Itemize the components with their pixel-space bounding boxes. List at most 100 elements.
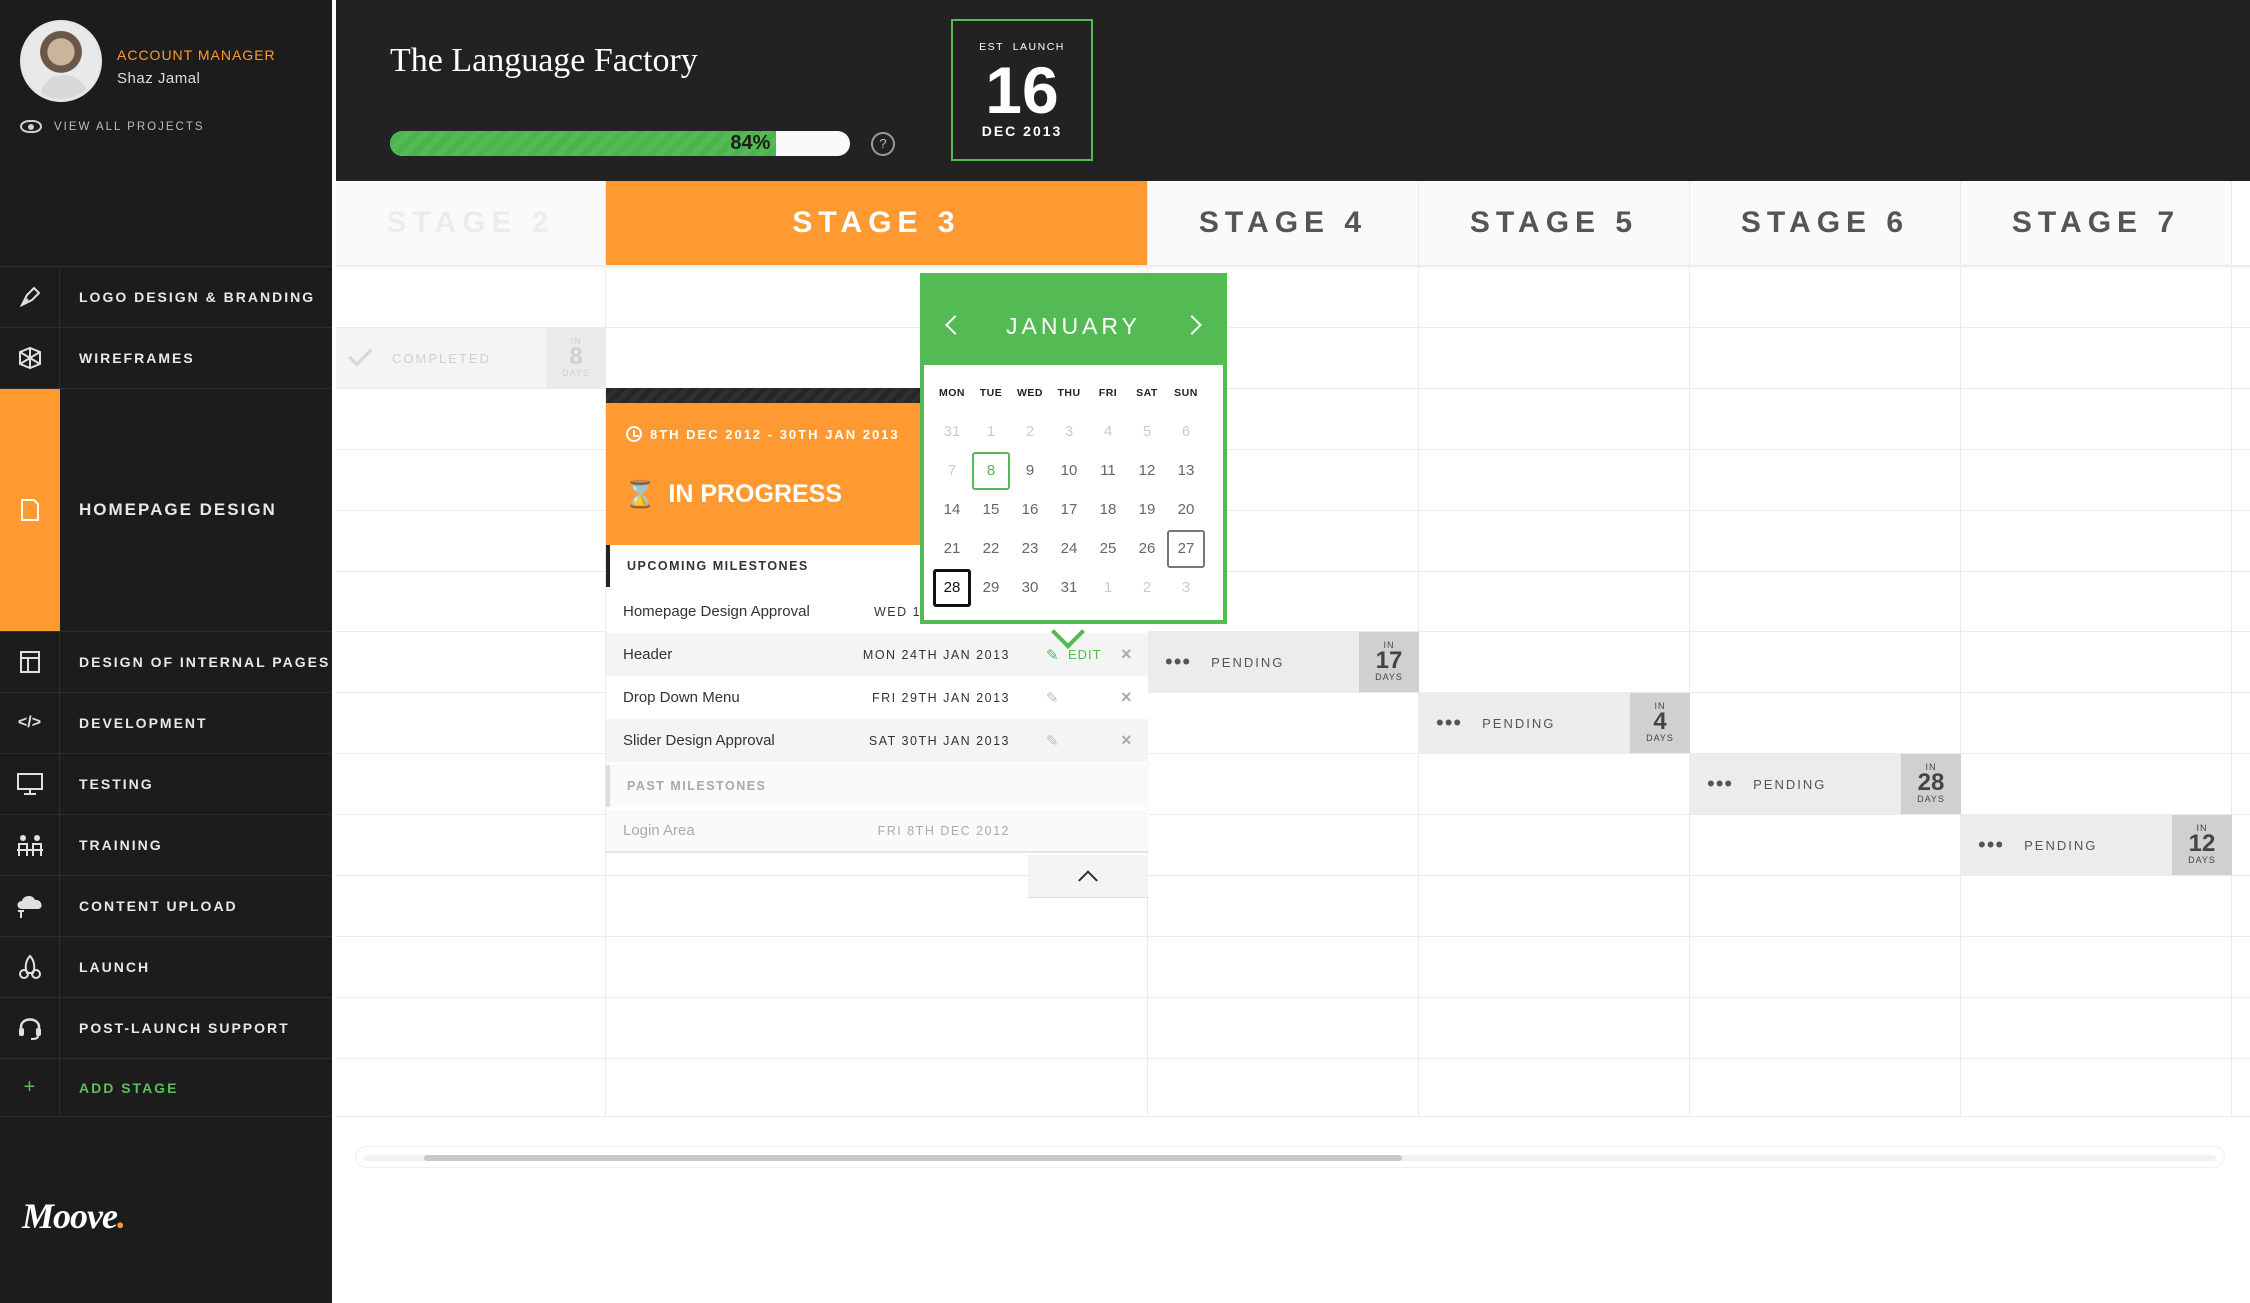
calendar-day: 2 (1025, 423, 1035, 440)
calendar-day[interactable]: 8 (971, 452, 1011, 490)
calendar-day[interactable]: 24 (1049, 531, 1089, 567)
sidebar-item-label: HOMEPAGE DESIGN (79, 500, 277, 519)
monitor-icon (0, 754, 60, 814)
delete-icon[interactable]: × (1121, 687, 1132, 708)
calendar-day[interactable]: 26 (1127, 531, 1167, 567)
grid-row (336, 997, 2250, 998)
grid-column (1690, 265, 1961, 1116)
milestone-date: FRI 29TH JAN 2013 (871, 690, 1010, 705)
scrollbar-thumb[interactable] (424, 1155, 1402, 1161)
milestone-name: Homepage Design Approval (623, 603, 810, 620)
calendar-weekday: SUN (1174, 387, 1198, 399)
calendar-day[interactable]: 13 (1166, 453, 1206, 489)
calendar-weekday: TUE (979, 387, 1003, 399)
calendar-month: JANUARY (1006, 313, 1141, 339)
calendar-day[interactable]: 9 (1010, 453, 1050, 489)
add-stage-label: ADD STAGE (79, 1079, 179, 1096)
calendar-day[interactable]: 15 (971, 492, 1011, 528)
est-launch-card: EST LAUNCH 16 DEC 2013 (951, 19, 1093, 161)
chevron-up-icon (1078, 870, 1098, 891)
horizontal-scrollbar[interactable] (355, 1146, 2225, 1168)
edit-button[interactable]: EDIT (1068, 647, 1102, 662)
calendar-day[interactable]: 30 (1010, 570, 1050, 606)
add-stage-button[interactable]: + ADD STAGE (0, 1058, 332, 1117)
calendar-day[interactable]: 27 (1166, 530, 1206, 568)
sidebar-item-development[interactable]: </> DEVELOPMENT (0, 692, 332, 753)
sidebar-item-logo-design[interactable]: LOGO DESIGN & BRANDING (0, 266, 332, 327)
sidebar-item-internal-pages[interactable]: DESIGN OF INTERNAL PAGES (0, 631, 332, 692)
tab-stage-6[interactable]: STAGE 6 (1690, 181, 1961, 265)
status-pending[interactable]: ••• PENDING IN 4 DAYS (1419, 693, 1690, 753)
sidebar-item-label: TRAINING (79, 837, 163, 853)
scrollbar-track (364, 1155, 2216, 1161)
tab-stage-5[interactable]: STAGE 5 (1419, 181, 1690, 265)
past-milestones-heading: PAST MILESTONES (606, 765, 1148, 807)
calendar-day[interactable]: 21 (932, 531, 972, 567)
calendar-day[interactable]: 19 (1127, 492, 1167, 528)
calendar-day: 7 (947, 462, 957, 479)
pencil-icon[interactable]: ✎ (1046, 689, 1059, 707)
date-range: 8TH DEC 2012 - 30TH JAN 2013 (626, 426, 900, 442)
sidebar-item-post-launch-support[interactable]: POST-LAUNCH SUPPORT (0, 997, 332, 1058)
sidebar-item-testing[interactable]: TESTING (0, 753, 332, 814)
delete-icon[interactable]: × (1121, 644, 1132, 665)
calendar-day[interactable]: 22 (971, 531, 1011, 567)
calendar-day[interactable]: 10 (1049, 453, 1089, 489)
avatar (20, 20, 102, 102)
date-picker: JANUARY MON TUE WED THU FRI SAT SUN 31 1 2 3 4 5 6 7 8 9… (920, 273, 1227, 624)
calendar-day[interactable]: 14 (932, 492, 972, 528)
calendar-weekday: WED (1017, 387, 1043, 399)
cloud-upload-icon (0, 876, 60, 936)
sidebar-item-wireframes[interactable]: WIREFRAMES (0, 327, 332, 388)
rocket-icon (0, 937, 60, 997)
delete-icon[interactable]: × (1121, 730, 1132, 751)
calendar-day[interactable]: 25 (1088, 531, 1128, 567)
more-dots-icon: ••• (1707, 771, 1734, 796)
status-pending[interactable]: ••• PENDING IN 28 DAYS (1690, 754, 1961, 814)
milestone-row[interactable]: Slider Design Approval SAT 30TH JAN 2013… (606, 719, 1148, 762)
status-pending[interactable]: ••• PENDING IN 17 DAYS (1148, 632, 1419, 692)
pencil-icon[interactable]: ✎ (1046, 732, 1059, 750)
check-icon (348, 342, 373, 367)
wireframe-cube-icon (0, 328, 60, 388)
calendar-day: 6 (1181, 423, 1191, 440)
sidebar-item-launch[interactable]: LAUNCH (0, 936, 332, 997)
calendar-day[interactable]: 29 (971, 570, 1011, 606)
tab-stage-2[interactable]: STAGE 2 (336, 181, 606, 265)
calendar-day[interactable]: 23 (1010, 531, 1050, 567)
calendar-day[interactable]: 31 (1049, 570, 1089, 606)
help-button[interactable]: ? (871, 132, 895, 156)
status-completed[interactable]: COMPLETED IN 8 DAYS (336, 328, 606, 388)
tab-stage-3[interactable]: STAGE 3 (606, 181, 1148, 265)
calendar-day[interactable]: 18 (1088, 492, 1128, 528)
calendar-day[interactable]: 20 (1166, 492, 1206, 528)
sidebar-item-label: DESIGN OF INTERNAL PAGES (79, 654, 331, 670)
more-dots-icon: ••• (1978, 832, 2005, 857)
account-role: ACCOUNT MANAGER (117, 47, 276, 63)
calendar-day[interactable]: 17 (1049, 492, 1089, 528)
days-badge: IN 28 DAYS (1901, 754, 1961, 814)
status-label: PENDING (2024, 837, 2098, 853)
grid-row (336, 875, 2250, 876)
more-dots-icon: ••• (1165, 649, 1192, 674)
tab-stage-4[interactable]: STAGE 4 (1148, 181, 1419, 265)
past-milestone-row[interactable]: Login Area FRI 8TH DEC 2012 (606, 810, 1148, 853)
sidebar-item-homepage-design[interactable]: HOMEPAGE DESIGN (0, 388, 332, 631)
pencil-icon[interactable]: ✎ (1046, 646, 1059, 664)
view-all-projects-link[interactable]: VIEW ALL PROJECTS (20, 120, 205, 133)
calendar-day[interactable]: 11 (1088, 453, 1128, 489)
calendar-day[interactable]: 16 (1010, 492, 1050, 528)
sidebar-item-label: WIREFRAMES (79, 350, 195, 366)
status-pending[interactable]: ••• PENDING IN 12 DAYS (1961, 815, 2232, 875)
tab-stage-7[interactable]: STAGE 7 (1961, 181, 2232, 265)
calendar-day[interactable]: 28 (932, 569, 972, 607)
collapse-panel-button[interactable] (1028, 855, 1148, 898)
sidebar-item-label: POST-LAUNCH SUPPORT (79, 1020, 290, 1036)
account-name: Shaz Jamal (117, 70, 201, 87)
milestone-row[interactable]: Drop Down Menu FRI 29TH JAN 2013 ✎ × (606, 676, 1148, 719)
stage-status-text: IN PROGRESS (668, 480, 843, 508)
sidebar-item-training[interactable]: TRAINING (0, 814, 332, 875)
sidebar-item-content-upload[interactable]: CONTENT UPLOAD (0, 875, 332, 936)
sidebar-item-label: DEVELOPMENT (79, 715, 208, 731)
calendar-day[interactable]: 12 (1127, 453, 1167, 489)
